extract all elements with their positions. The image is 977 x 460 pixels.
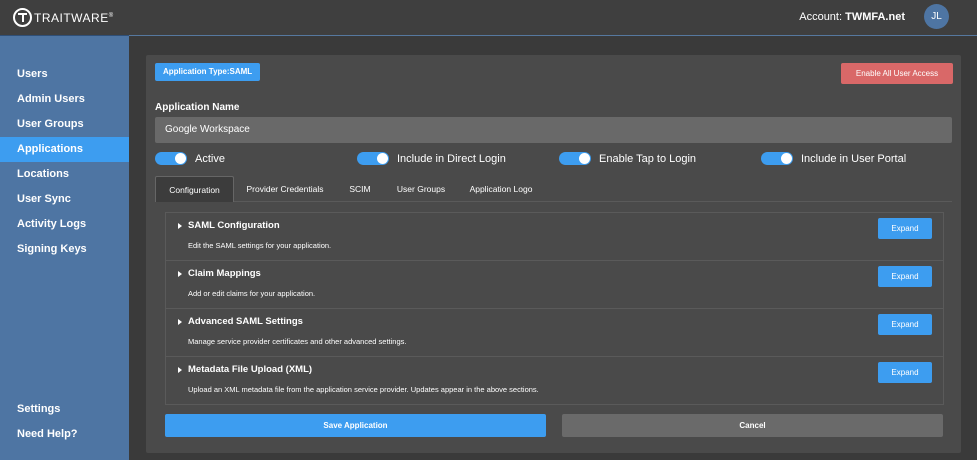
account-label: Account: xyxy=(799,11,843,23)
application-type-badge: Application Type:SAML xyxy=(155,63,261,81)
cancel-button[interactable]: Cancel xyxy=(562,414,943,437)
avatar[interactable]: JL xyxy=(924,4,949,29)
application-name-input[interactable]: Google Workspace xyxy=(155,117,952,143)
application-name-label: Application Name xyxy=(155,102,240,113)
tab-application-logo[interactable]: Application Logo xyxy=(461,176,541,202)
tap-to-login-toggle-group: Enable Tap to Login xyxy=(559,152,696,165)
enable-all-user-access-button[interactable]: Enable All User Access xyxy=(841,63,953,84)
user-portal-toggle-group: Include in User Portal xyxy=(761,152,906,165)
direct-login-toggle[interactable] xyxy=(357,152,389,165)
caret-right-icon xyxy=(178,367,182,373)
account-name: TWMFA.net xyxy=(845,11,905,23)
active-toggle[interactable] xyxy=(155,152,187,165)
sidebar-item-users[interactable]: Users xyxy=(0,62,129,87)
section-description: Add or edit claims for your application. xyxy=(188,289,316,298)
expand-saml-configuration-button[interactable]: Expand xyxy=(878,218,932,239)
active-toggle-label: Active xyxy=(195,152,225,165)
brand-name: TRAITWARE® xyxy=(34,10,114,25)
sidebar-item-applications[interactable]: Applications xyxy=(0,137,129,162)
caret-right-icon xyxy=(178,319,182,325)
sidebar-item-user-groups[interactable]: User Groups xyxy=(0,112,129,137)
sidebar-nav: Users Admin Users User Groups Applicatio… xyxy=(0,62,129,262)
section-saml-configuration[interactable]: SAML Configuration Edit the SAML setting… xyxy=(166,213,943,261)
active-toggle-group: Active xyxy=(155,152,225,165)
user-portal-toggle[interactable] xyxy=(761,152,793,165)
toggle-row: Active Include in Direct Login Enable Ta… xyxy=(155,152,952,166)
section-description: Upload an XML metadata file from the app… xyxy=(188,385,539,394)
section-title: Advanced SAML Settings xyxy=(188,316,303,327)
sidebar-item-user-sync[interactable]: User Sync xyxy=(0,187,129,212)
section-claim-mappings[interactable]: Claim Mappings Add or edit claims for yo… xyxy=(166,261,943,309)
sidebar-item-need-help[interactable]: Need Help? xyxy=(0,422,129,447)
caret-right-icon xyxy=(178,271,182,277)
section-metadata-file-upload[interactable]: Metadata File Upload (XML) Upload an XML… xyxy=(166,357,943,405)
user-portal-toggle-label: Include in User Portal xyxy=(801,152,907,165)
top-header: Account: TWMFA.net JL xyxy=(129,0,977,36)
direct-login-toggle-label: Include in Direct Login xyxy=(397,152,506,165)
sidebar-item-admin-users[interactable]: Admin Users xyxy=(0,87,129,112)
brand-logo[interactable]: TRAITWARE® xyxy=(0,0,129,36)
sidebar-bottom-nav: Settings Need Help? xyxy=(0,397,129,447)
expand-claim-mappings-button[interactable]: Expand xyxy=(878,266,932,287)
tab-user-groups[interactable]: User Groups xyxy=(389,176,453,202)
sidebar-item-signing-keys[interactable]: Signing Keys xyxy=(0,237,129,262)
section-description: Manage service provider certificates and… xyxy=(188,337,407,346)
tab-scim[interactable]: SCIM xyxy=(339,176,381,202)
tab-bar: Configuration Provider Credentials SCIM … xyxy=(155,176,952,202)
sidebar-item-activity-logs[interactable]: Activity Logs xyxy=(0,212,129,237)
sidebar: TRAITWARE® Users Admin Users User Groups… xyxy=(0,0,129,460)
sidebar-item-settings[interactable]: Settings xyxy=(0,397,129,422)
direct-login-toggle-group: Include in Direct Login xyxy=(357,152,506,165)
section-description: Edit the SAML settings for your applicat… xyxy=(188,241,332,250)
caret-right-icon xyxy=(178,223,182,229)
expand-advanced-saml-settings-button[interactable]: Expand xyxy=(878,314,932,335)
section-title: Claim Mappings xyxy=(188,268,261,279)
traitware-logo-icon xyxy=(13,8,32,27)
account-info: Account: TWMFA.net xyxy=(799,11,905,23)
sidebar-item-locations[interactable]: Locations xyxy=(0,162,129,187)
configuration-sections: SAML Configuration Edit the SAML setting… xyxy=(165,212,944,405)
section-title: Metadata File Upload (XML) xyxy=(188,364,313,375)
tap-to-login-toggle[interactable] xyxy=(559,152,591,165)
tab-configuration[interactable]: Configuration xyxy=(155,176,234,202)
expand-metadata-file-upload-button[interactable]: Expand xyxy=(878,362,932,383)
tap-to-login-toggle-label: Enable Tap to Login xyxy=(599,152,697,165)
tab-provider-credentials[interactable]: Provider Credentials xyxy=(239,176,331,202)
save-application-button[interactable]: Save Application xyxy=(165,414,546,437)
section-title: SAML Configuration xyxy=(188,220,280,231)
section-advanced-saml-settings[interactable]: Advanced SAML Settings Manage service pr… xyxy=(166,309,943,357)
application-panel: Application Type:SAML Enable All User Ac… xyxy=(146,55,961,453)
